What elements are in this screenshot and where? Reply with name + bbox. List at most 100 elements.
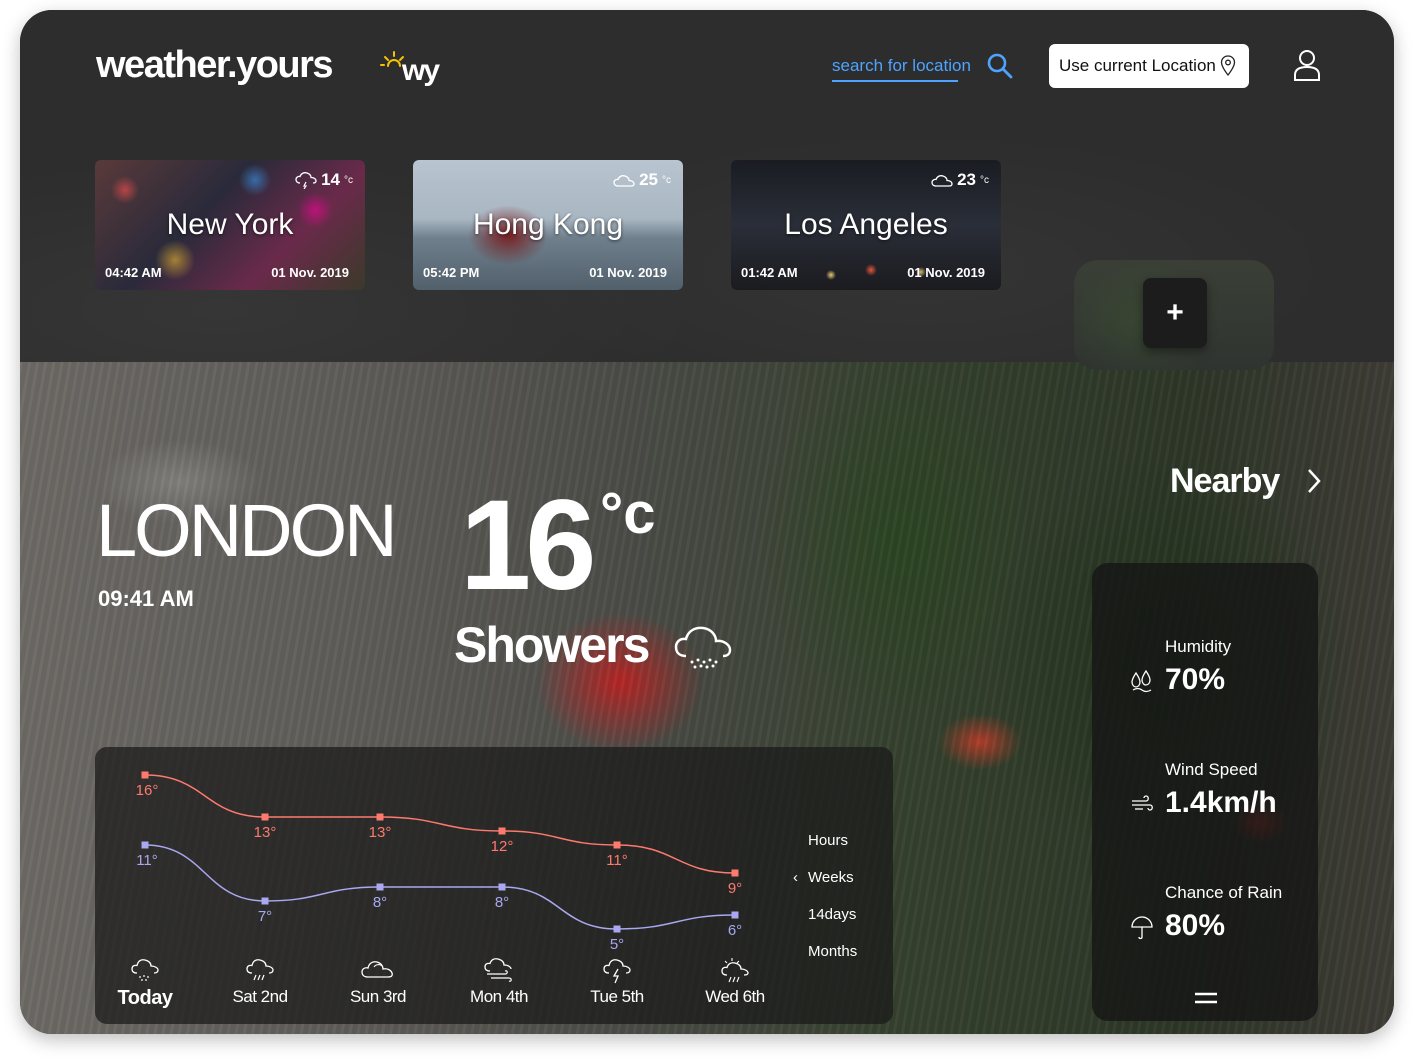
current-city-name: LONDON	[96, 489, 398, 572]
series-0-point	[613, 841, 621, 849]
city-temp: 14 °c	[295, 170, 353, 190]
stat-label: Chance of Rain	[1165, 883, 1283, 902]
series-0-label: 13°	[369, 824, 392, 841]
day-sat[interactable]: Sat 2nd	[210, 957, 310, 1007]
city-card-hong-kong[interactable]: 25 °c Hong Kong 05:42 PM 01 Nov. 2019	[413, 160, 683, 290]
range-option-weeks[interactable]: Weeks	[808, 869, 854, 886]
humidity-icon	[1131, 669, 1152, 693]
day-label: Wed 6th	[705, 987, 765, 1006]
add-city-button[interactable]: +	[1143, 278, 1207, 348]
city-temp: 23 °c	[931, 170, 989, 190]
day-tue[interactable]: Tue 5th	[567, 957, 667, 1007]
showers-icon	[131, 959, 159, 981]
day-wed[interactable]: Wed 6th	[685, 957, 785, 1007]
series-0-point	[376, 813, 384, 821]
series-1-label: 11°	[136, 852, 158, 869]
stat-wind-speed: Wind Speed 1.4km/h	[1092, 760, 1318, 840]
stat-chance-of-rain: Chance of Rain 80%	[1092, 883, 1318, 963]
umbrella-icon	[1131, 916, 1153, 940]
chevron-left-icon: ‹	[793, 869, 798, 886]
weather-stats-panel: Humidity 70% Wind Speed 1.4km/h Chance o…	[1092, 563, 1318, 1021]
search-icon[interactable]	[986, 52, 1014, 80]
city-card-new-york[interactable]: 14 °c New York 04:42 AM 01 Nov. 2019	[95, 160, 365, 290]
logo-text: wy	[402, 54, 440, 87]
temperature-chart: 16° 13° 13° 12° 11° 9° 11° 7° 8° 8° 5° 6°	[136, 771, 742, 953]
current-condition: Showers	[454, 617, 650, 673]
city-date: 01 Nov. 2019	[271, 265, 349, 280]
forecast-panel: 16° 13° 13° 12° 11° 9° 11° 7° 8° 8° 5° 6° Hours ‹ W…	[95, 747, 893, 1024]
stat-value: 1.4km/h	[1165, 786, 1277, 819]
nearby-link[interactable]: Nearby	[1170, 462, 1280, 501]
series-1-point	[498, 883, 506, 891]
series-1-label: 7°	[258, 908, 272, 925]
city-temp-value: 14	[321, 170, 340, 189]
range-option-hours[interactable]: Hours	[808, 832, 848, 849]
city-temp-unit: °c	[662, 174, 671, 186]
series-0-point	[731, 869, 739, 877]
app-window: weather.yours wy search for location Use…	[20, 10, 1394, 1034]
series-0-line	[144, 774, 736, 874]
city-name: New York	[166, 208, 294, 241]
sun-rain-icon	[721, 958, 749, 983]
search-placeholder[interactable]: search for location	[832, 56, 971, 76]
series-0-label: 16°	[136, 782, 159, 799]
city-name: Los Angeles	[784, 208, 948, 241]
current-time: 09:41 AM	[98, 586, 194, 611]
day-label: Mon 4th	[470, 987, 528, 1006]
series-0-point	[261, 813, 269, 821]
day-today[interactable]: Today	[95, 957, 195, 1010]
series-1-point	[376, 883, 384, 891]
city-temp-unit: °c	[980, 174, 989, 186]
cloud-icon	[361, 961, 393, 978]
wind-icon	[1132, 795, 1153, 811]
stat-humidity: Humidity 70%	[1092, 637, 1318, 717]
city-temp: 25 °c	[613, 170, 671, 190]
stat-value: 80%	[1165, 909, 1226, 942]
series-0-point	[498, 827, 506, 835]
series-0-label: 12°	[491, 838, 514, 855]
use-current-location-button[interactable]: Use current Location	[1049, 44, 1249, 88]
series-1-label: 8°	[373, 894, 387, 911]
day-sun[interactable]: Sun 3rd	[328, 957, 428, 1007]
city-temp-value: 23	[957, 170, 976, 189]
stat-value: 70%	[1165, 663, 1226, 696]
day-mon[interactable]: Mon 4th	[449, 957, 549, 1007]
current-temperature: 16	[460, 474, 596, 617]
chevron-right-icon[interactable]	[1304, 466, 1324, 496]
city-card-los-angeles[interactable]: 23 °c Los Angeles 01:42 AM 01 Nov. 2019	[731, 160, 1001, 290]
location-pin-icon	[1220, 55, 1236, 77]
series-1-point	[731, 911, 739, 919]
city-date: 01 Nov. 2019	[907, 265, 985, 280]
cloud-icon	[931, 175, 953, 187]
showers-icon	[674, 626, 732, 669]
brand-title: weather.yours	[96, 44, 334, 86]
range-option-14days[interactable]: 14days	[808, 906, 856, 923]
city-time: 05:42 PM	[423, 265, 480, 280]
series-0-label: 11°	[606, 852, 628, 869]
temperature-unit: °c	[600, 481, 656, 546]
user-profile-icon[interactable]	[1292, 48, 1322, 82]
day-label: Sun 3rd	[349, 987, 407, 1006]
city-name: Hong Kong	[472, 208, 624, 241]
stat-label: Wind Speed	[1165, 760, 1258, 779]
city-date: 01 Nov. 2019	[589, 265, 667, 280]
series-0-label: 13°	[254, 824, 277, 841]
series-1-point	[261, 897, 269, 905]
series-1-line	[144, 844, 736, 930]
search-field[interactable]: search for location	[832, 53, 1013, 92]
series-1-label: 5°	[610, 936, 624, 953]
range-option-months[interactable]: Months	[808, 943, 857, 960]
city-temp-unit: °c	[344, 174, 353, 186]
city-time: 04:42 AM	[105, 265, 162, 280]
thunder-icon	[603, 959, 631, 984]
day-label: Tue 5th	[590, 987, 644, 1006]
menu-icon[interactable]	[1194, 991, 1218, 1005]
rain-icon	[246, 959, 274, 981]
logo: wy	[380, 48, 450, 92]
series-1-point	[141, 841, 149, 849]
day-label: Today	[117, 987, 173, 1009]
series-1-label: 8°	[495, 894, 509, 911]
rain-cloud-icon	[295, 172, 317, 189]
stat-label: Humidity	[1165, 637, 1232, 656]
windy-cloud-icon	[484, 958, 512, 982]
